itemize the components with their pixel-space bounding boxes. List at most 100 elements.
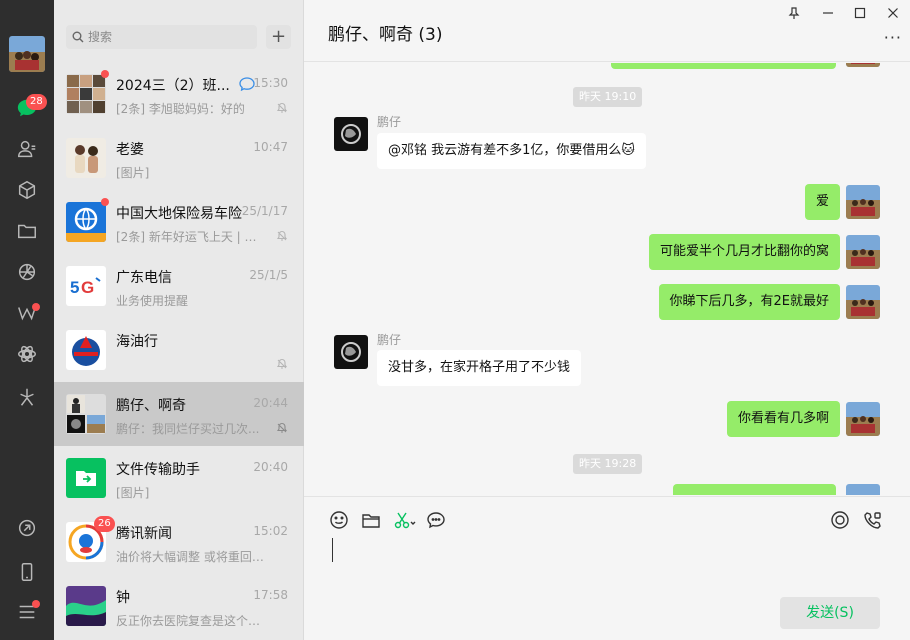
phone-nav-button[interactable]	[0, 554, 54, 590]
more-button[interactable]: ···	[884, 28, 902, 47]
maximize-icon	[854, 7, 866, 19]
group-avatar	[66, 74, 106, 114]
session-item[interactable]: 老婆 10:47 [图片]	[54, 126, 304, 190]
session-item[interactable]: 钟 17:58 反正你去医院复查是这个工...	[54, 574, 304, 638]
call-button[interactable]	[862, 509, 884, 531]
user-avatar[interactable]	[9, 36, 45, 72]
chat-history-button[interactable]	[425, 509, 447, 531]
session-item[interactable]: 26 腾讯新闻 15:02 油价将大幅调整 或将重回“6...	[54, 510, 304, 574]
send-button[interactable]: 发送(S)	[780, 597, 880, 629]
sender-avatar[interactable]	[334, 117, 368, 151]
folder-icon	[18, 224, 36, 239]
message-bubble-partial[interactable]	[611, 63, 836, 69]
phone-icon	[21, 563, 33, 581]
session-preview: [图片]	[116, 166, 150, 180]
nav-rail: 28	[0, 0, 54, 640]
file-transfer-avatar	[66, 458, 106, 498]
search-input[interactable]	[88, 30, 248, 44]
mini-program-icon	[18, 345, 36, 363]
self-avatar[interactable]	[846, 484, 880, 495]
moments-nav-button[interactable]	[0, 254, 54, 290]
session-preview: [2条] 新年好运飞上天 | 大...	[116, 230, 266, 244]
session-item-active[interactable]: 鹏仔、啊奇 20:44 鹏仔：我同烂仔买过几次...	[54, 382, 304, 446]
mute-bell-icon	[276, 102, 288, 113]
video-call-icon	[864, 512, 881, 529]
session-time: 17:58	[253, 588, 288, 602]
screenshot-button[interactable]	[393, 509, 419, 531]
message-bubble[interactable]: 你看看有几多啊	[726, 401, 840, 437]
minimize-button[interactable]	[816, 4, 840, 22]
session-name: 文件传输助手	[116, 462, 200, 478]
mini-programs-nav-button[interactable]	[0, 336, 54, 372]
live-button[interactable]	[829, 509, 851, 531]
chats-nav-button[interactable]: 28	[0, 90, 54, 126]
session-name: 老婆	[116, 142, 144, 158]
sparkle-icon	[20, 388, 34, 406]
emoji-icon	[330, 511, 348, 529]
chat-history-icon	[427, 512, 445, 529]
text-caret[interactable]	[332, 538, 333, 562]
composer: 发送(S)	[304, 496, 910, 640]
file-icon	[362, 514, 380, 528]
message-bubble[interactable]: 你睇下后几多，有2E就最好	[658, 284, 840, 320]
session-name: 广东电信	[116, 270, 172, 286]
session-item[interactable]: 海油行	[54, 318, 304, 382]
channels-dot	[32, 303, 40, 311]
close-button[interactable]	[881, 4, 905, 22]
session-name: 2024三（2）班...	[116, 78, 230, 94]
session-name: 鹏仔、啊奇	[116, 398, 186, 414]
favorites-nav-button[interactable]	[0, 172, 54, 208]
session-time: 25/1/17	[241, 204, 288, 218]
session-time: 10:47	[253, 140, 288, 154]
contacts-nav-button[interactable]	[0, 131, 54, 167]
emoji-button[interactable]	[328, 509, 350, 531]
session-preview: 业务使用提醒	[116, 294, 189, 308]
session-preview: 油价将大幅调整 或将重回“6...	[116, 550, 266, 564]
self-avatar[interactable]	[846, 285, 880, 319]
session-time: 15:02	[253, 524, 288, 538]
self-avatar[interactable]	[846, 185, 880, 219]
sender-name: 鹏仔	[377, 115, 402, 129]
send-file-button[interactable]	[360, 509, 382, 531]
mute-bell-icon	[276, 358, 288, 369]
message-area[interactable]: 昨天 19:10 鹏仔 @邓铭 我云游有差不多1亿，你要借用么🐱 爱 可能爱半个…	[304, 63, 910, 495]
sender-avatar[interactable]	[334, 335, 368, 369]
link-nav-button[interactable]	[0, 510, 54, 546]
session-item[interactable]: 文件传输助手 20:40 [图片]	[54, 446, 304, 510]
self-avatar[interactable]	[846, 402, 880, 436]
pin-icon	[788, 7, 800, 19]
contacts-icon	[18, 140, 36, 158]
menu-nav-button[interactable]	[0, 594, 54, 630]
link-icon	[18, 519, 36, 537]
message-bubble[interactable]: 没甘多，在家开格子用了不少钱	[377, 350, 582, 386]
session-item[interactable]: 2024三（2）班... 15:30 [2条] 李旭聪妈妈：好的	[54, 62, 304, 126]
scissors-icon	[394, 512, 416, 529]
self-avatar[interactable]	[846, 63, 880, 67]
session-item[interactable]: 中国大地保险易车险 25/1/17 [2条] 新年好运飞上天 | 大...	[54, 190, 304, 254]
maximize-button[interactable]	[848, 4, 872, 22]
telecom-logo-avatar: 5G	[66, 266, 106, 306]
svg-text:G: G	[81, 278, 94, 297]
search-feature-nav-button[interactable]	[0, 379, 54, 415]
session-time: 20:44	[253, 396, 288, 410]
files-nav-button[interactable]	[0, 213, 54, 249]
message-bubble[interactable]: @邓铭 我云游有差不多1亿，你要借用么🐱	[377, 133, 646, 169]
cnooc-logo-avatar	[66, 330, 106, 370]
channels-nav-button[interactable]	[0, 295, 54, 331]
add-button[interactable]: +	[266, 25, 291, 49]
close-icon	[888, 8, 898, 18]
session-time: 25/1/5	[249, 268, 288, 282]
self-avatar[interactable]	[846, 235, 880, 269]
search-box[interactable]	[66, 25, 257, 49]
chats-unread-badge: 28	[26, 94, 47, 110]
mute-bell-icon	[276, 422, 288, 433]
sender-name: 鹏仔	[377, 333, 402, 347]
message-bubble[interactable]: 可能爱半个几月才比翻你的窝	[648, 234, 840, 270]
box-icon	[18, 180, 36, 200]
message-bubble-partial[interactable]	[673, 484, 836, 495]
chat-panel: 鹏仔、啊奇 (3) ··· 昨天 19:10 鹏仔 @邓铭 我云游有差不多1亿，…	[304, 0, 910, 640]
pin-button[interactable]	[782, 4, 806, 22]
message-bubble[interactable]: 爱	[804, 184, 840, 220]
session-item[interactable]: 5G 广东电信 25/1/5 业务使用提醒	[54, 254, 304, 318]
session-name: 钟	[116, 590, 130, 606]
